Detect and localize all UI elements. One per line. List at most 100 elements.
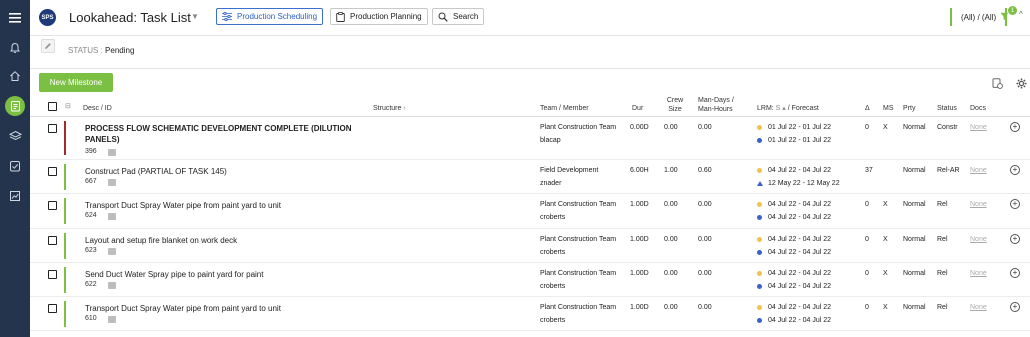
comment-icon[interactable] — [108, 149, 116, 156]
member-name: croberts — [540, 214, 566, 221]
row-status-bar — [64, 198, 66, 224]
bell-icon[interactable] — [5, 38, 25, 58]
forecast-date-range: 04 Jul 22 - 04 Jul 22 — [768, 214, 832, 221]
status-value: Rel — [937, 304, 948, 311]
column-man-days-label: Man-Days / — [698, 97, 734, 104]
row-checkbox[interactable] — [48, 304, 57, 313]
row-checkbox[interactable] — [48, 124, 57, 133]
row-checkbox[interactable] — [48, 270, 57, 279]
lrm-dates: 04 Jul 22 - 04 Jul 22 — [757, 167, 831, 174]
production-scheduling-button[interactable]: Production Scheduling — [216, 8, 324, 25]
column-man-hours-label: Man-Hours — [698, 106, 733, 113]
checklist-icon[interactable] — [5, 156, 25, 176]
lrm-dates: 04 Jul 22 - 04 Jul 22 — [757, 201, 831, 208]
lrm-date-range: 04 Jul 22 - 04 Jul 22 — [768, 167, 832, 174]
forecast-date-range: 04 Jul 22 - 04 Jul 22 — [768, 249, 832, 256]
priority-value: Normal — [903, 236, 926, 243]
table-row[interactable]: Layout and setup fire blanket on work de… — [30, 229, 1030, 263]
filter-selector[interactable]: (All) / (All) — [950, 8, 1008, 26]
comment-icon[interactable] — [108, 282, 116, 289]
man-days-value: 0.60 — [698, 167, 712, 174]
status-filter[interactable]: STATUS : Pending — [68, 46, 134, 55]
column-structure[interactable]: Structure › — [373, 104, 406, 113]
page-title[interactable]: Lookahead: Task List — [69, 10, 191, 25]
production-scheduling-label: Production Scheduling — [237, 12, 318, 21]
lrm-dot-icon — [757, 168, 762, 173]
add-circle-icon[interactable]: + — [1010, 122, 1020, 132]
column-prty[interactable]: Prty — [903, 104, 915, 113]
column-crew-size[interactable]: Crew Size — [664, 96, 686, 114]
app-logo: SPS — [39, 9, 56, 26]
hamburger-menu-icon[interactable] — [5, 8, 25, 28]
comment-icon[interactable] — [108, 179, 116, 186]
docs-link[interactable]: None — [970, 304, 987, 311]
crew-size-value: 0.00 — [664, 304, 678, 311]
task-title[interactable]: Layout and setup fire blanket on work de… — [85, 235, 365, 246]
team-name: Plant Construction Team — [540, 270, 617, 277]
column-team-member[interactable]: Team / Member — [540, 104, 589, 113]
table-row[interactable]: Send Duct Water Spray pipe to paint yard… — [30, 263, 1030, 297]
column-docs[interactable]: Docs — [970, 104, 986, 113]
column-desc-id[interactable]: Desc / ID — [83, 104, 112, 113]
team-name: Plant Construction Team — [540, 236, 617, 243]
add-circle-icon[interactable]: + — [1010, 199, 1020, 209]
lrm-date-range: 04 Jul 22 - 04 Jul 22 — [768, 236, 832, 243]
row-checkbox[interactable] — [48, 201, 57, 210]
docs-link[interactable]: None — [970, 124, 987, 131]
export-settings-icon[interactable] — [992, 78, 1003, 91]
add-circle-icon[interactable]: + — [1010, 268, 1020, 278]
column-status[interactable]: Status — [937, 104, 957, 113]
comment-icon[interactable] — [108, 316, 116, 323]
layers-icon[interactable] — [5, 126, 25, 146]
gear-icon[interactable] — [1016, 78, 1027, 91]
title-dropdown-caret-icon[interactable]: ▼ — [191, 12, 199, 21]
delta-value: 0 — [865, 304, 869, 311]
row-checkbox[interactable] — [48, 167, 57, 176]
reports-icon[interactable] — [5, 186, 25, 206]
forecast-date-range: 04 Jul 22 - 04 Jul 22 — [768, 283, 832, 290]
comment-icon[interactable] — [108, 248, 116, 255]
man-days-value: 0.00 — [698, 236, 712, 243]
docs-link[interactable]: None — [970, 201, 987, 208]
production-planning-button[interactable]: Production Planning — [330, 8, 428, 25]
docs-link[interactable]: None — [970, 236, 987, 243]
add-circle-icon[interactable]: + — [1010, 234, 1020, 244]
task-title[interactable]: Transport Duct Spray Water pipe from pai… — [85, 303, 365, 314]
table-row[interactable]: Construct Pad (PARTIAL OF TASK 145) 667 Fi… — [30, 160, 1030, 194]
table-row[interactable]: PROCESS FLOW SCHEMATIC DEVELOPMENT COMPL… — [30, 117, 1030, 160]
column-delta[interactable]: Δ — [865, 104, 870, 113]
row-checkbox[interactable] — [48, 236, 57, 245]
status-value: Rel — [937, 270, 948, 277]
lrm-dates: 01 Jul 22 - 01 Jul 22 — [757, 124, 831, 131]
add-circle-icon[interactable]: + — [1010, 165, 1020, 175]
funnel-filter-icon[interactable] — [1000, 12, 1009, 23]
task-list-icon[interactable] — [5, 96, 25, 116]
task-title[interactable]: PROCESS FLOW SCHEMATIC DEVELOPMENT COMPL… — [85, 123, 365, 145]
task-title[interactable]: Transport Duct Spray Water pipe from pai… — [85, 200, 365, 211]
column-dur[interactable]: Dur — [632, 104, 643, 113]
search-button[interactable]: Search — [432, 8, 485, 25]
new-milestone-button[interactable]: New Milestone — [39, 73, 113, 92]
task-id: 610 — [85, 315, 97, 322]
table-row[interactable]: Transport Duct Spray Water pipe from pai… — [30, 194, 1030, 229]
task-title[interactable]: Send Duct Water Spray pipe to paint yard… — [85, 269, 365, 280]
edit-pencil-icon[interactable] — [41, 39, 55, 53]
docs-link[interactable]: None — [970, 270, 987, 277]
select-all-checkbox[interactable] — [48, 102, 57, 111]
status-value: Rel — [937, 201, 948, 208]
add-circle-icon[interactable]: + — [1010, 302, 1020, 312]
comment-icon[interactable] — [108, 213, 116, 220]
table-row[interactable]: Transport Duct Spray Water pipe from pai… — [30, 297, 1030, 331]
column-crew-label: Crew — [666, 97, 684, 104]
row-status-bar — [64, 267, 66, 293]
expand-all-icon[interactable]: ⊟ — [65, 102, 71, 111]
column-ms[interactable]: MS — [883, 104, 894, 113]
column-man-days[interactable]: Man-Days / Man-Hours — [698, 96, 734, 114]
forecast-dates: 04 Jul 22 - 04 Jul 22 — [757, 317, 831, 324]
chevron-right-icon: › — [403, 105, 406, 112]
task-title[interactable]: Construct Pad (PARTIAL OF TASK 145) — [85, 166, 365, 177]
home-icon[interactable] — [5, 66, 25, 86]
collapse-caret-icon[interactable]: ^ — [1019, 10, 1023, 19]
column-lrm-forecast[interactable]: LRM: S ▴ / Forecast — [757, 104, 819, 113]
docs-link[interactable]: None — [970, 167, 987, 174]
